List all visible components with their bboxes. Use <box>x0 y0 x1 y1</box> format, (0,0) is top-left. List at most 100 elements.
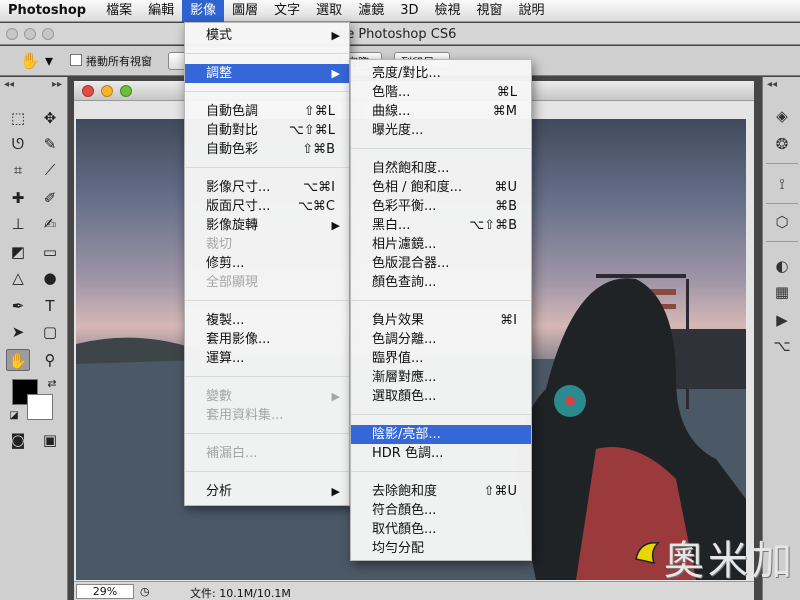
zoom-level-field[interactable]: 29% <box>76 584 134 599</box>
menu-image[interactable]: 影像 <box>182 0 225 22</box>
hand-tool-icon[interactable]: ✋ <box>6 349 30 371</box>
adjust-invert[interactable]: 負片效果 ⌘I <box>351 311 531 330</box>
menu-divider <box>185 300 349 301</box>
adjust-threshold[interactable]: 臨界值... <box>351 349 531 368</box>
image-menu-mode[interactable]: 模式 ▶ <box>185 26 349 45</box>
screen-mode-icon[interactable]: ▣ <box>38 429 62 451</box>
menu-layer[interactable]: 圖層 <box>224 0 266 22</box>
actions-panel-icon[interactable]: ▶ <box>770 309 794 331</box>
history-panel-icon[interactable]: ⌥ <box>770 335 794 357</box>
menu-select[interactable]: 選取 <box>308 0 350 22</box>
adjust-curves[interactable]: 曲線... ⌘M <box>351 102 531 121</box>
healing-brush-tool-icon[interactable]: ✚ <box>6 187 30 209</box>
menu-item-label: 取代顏色... <box>372 522 437 537</box>
clone-stamp-tool-icon[interactable]: ⊥ <box>6 213 30 235</box>
expand-arrows-icon[interactable]: ▸▸ <box>52 79 62 90</box>
adjust-match-color[interactable]: 符合顏色... <box>351 501 531 520</box>
adjust-photo-filter[interactable]: 相片濾鏡... <box>351 235 531 254</box>
path-select-tool-icon[interactable]: ➤ <box>6 321 30 343</box>
menu-item-label: 裁切 <box>206 237 233 252</box>
image-menu-image-rotation[interactable]: 影像旋轉 ▶ <box>185 216 349 235</box>
status-info-icon[interactable]: ◷ <box>140 585 150 598</box>
menu-view[interactable]: 檢視 <box>426 0 468 22</box>
default-colors-icon[interactable]: ◪ <box>2 405 26 427</box>
gradient-tool-icon[interactable]: ▭ <box>38 241 62 263</box>
adjust-equalize[interactable]: 均勻分配 <box>351 539 531 558</box>
pen-tool-icon[interactable]: ✒ <box>6 295 30 317</box>
type-tool-icon[interactable]: T <box>38 295 62 317</box>
quick-mask-icon[interactable]: ◙ <box>6 429 30 451</box>
swatches-panel-icon[interactable]: ▦ <box>770 281 794 303</box>
adjust-levels[interactable]: 色階... ⌘L <box>351 83 531 102</box>
image-menu-image-size[interactable]: 影像尺寸... ⌥⌘I <box>185 178 349 197</box>
layers-panel-icon[interactable]: ◈ <box>770 105 794 127</box>
image-menu-adjustments[interactable]: 調整 ▶ <box>185 64 349 83</box>
adjust-vibrance[interactable]: 自然飽和度... <box>351 159 531 178</box>
window-close-button[interactable] <box>6 28 18 40</box>
menu-edit[interactable]: 編輯 <box>140 0 182 22</box>
image-menu-canvas-size[interactable]: 版面尺寸... ⌥⌘C <box>185 197 349 216</box>
crop-tool-icon[interactable]: ⌗ <box>6 159 30 181</box>
menu-window[interactable]: 視窗 <box>469 0 511 22</box>
menu-filter[interactable]: 濾鏡 <box>350 0 392 22</box>
menu-item-label: 曝光度... <box>372 123 424 138</box>
move-tool-icon[interactable]: ✥ <box>38 107 62 129</box>
image-menu-analysis[interactable]: 分析 ▶ <box>185 482 349 501</box>
window-zoom-button[interactable] <box>42 28 54 40</box>
color-panel-icon[interactable]: ◐ <box>770 255 794 277</box>
document-minimize-button[interactable] <box>101 85 113 97</box>
menu-item-shortcut: ⌥⌘I <box>303 180 335 195</box>
3d-panel-icon[interactable]: ⬡ <box>770 211 794 233</box>
adjust-hue-saturation[interactable]: 色相 / 飽和度... ⌘U <box>351 178 531 197</box>
scroll-all-windows-checkbox[interactable] <box>70 54 82 66</box>
image-menu-apply-image[interactable]: 套用影像... <box>185 330 349 349</box>
lasso-tool-icon[interactable]: ᘎ <box>6 133 30 155</box>
menu-file[interactable]: 檔案 <box>98 0 140 22</box>
menu-divider <box>185 376 349 377</box>
adjust-channel-mixer[interactable]: 色版混合器... <box>351 254 531 273</box>
document-zoom-button[interactable] <box>120 85 132 97</box>
brush-tool-icon[interactable]: ✐ <box>38 187 62 209</box>
paths-panel-icon[interactable]: ⟟ <box>770 173 794 195</box>
zoom-tool-icon[interactable]: ⚲ <box>38 349 62 371</box>
eyedropper-tool-icon[interactable]: ⟋ <box>38 159 62 181</box>
adjust-brightness-contrast[interactable]: 亮度/對比... <box>351 64 531 83</box>
blur-tool-icon[interactable]: △ <box>6 267 30 289</box>
adjust-hdr-toning[interactable]: HDR 色調... <box>351 444 531 463</box>
channels-panel-icon[interactable]: ❂ <box>770 133 794 155</box>
document-close-button[interactable] <box>82 85 94 97</box>
menu-help[interactable]: 說明 <box>511 0 553 22</box>
swap-colors-icon[interactable]: ⇄ <box>40 373 64 395</box>
adjust-color-balance[interactable]: 色彩平衡... ⌘B <box>351 197 531 216</box>
adjust-selective-color[interactable]: 選取顏色... <box>351 387 531 406</box>
shape-tool-icon[interactable]: ▢ <box>38 321 62 343</box>
adjust-exposure[interactable]: 曝光度... <box>351 121 531 140</box>
adjust-gradient-map[interactable]: 漸層對應... <box>351 368 531 387</box>
background-color-swatch[interactable] <box>27 394 53 420</box>
app-menu[interactable]: Photoshop <box>0 3 98 18</box>
window-minimize-button[interactable] <box>24 28 36 40</box>
adjust-color-lookup[interactable]: 顏色查詢... <box>351 273 531 292</box>
marquee-tool-icon[interactable]: ⬚ <box>6 107 30 129</box>
adjust-black-white[interactable]: 黑白... ⌥⇧⌘B <box>351 216 531 235</box>
adjust-desaturate[interactable]: 去除飽和度 ⇧⌘U <box>351 482 531 501</box>
menu-3d[interactable]: 3D <box>392 0 426 22</box>
image-menu-calculations[interactable]: 運算... <box>185 349 349 368</box>
image-menu-auto-tone[interactable]: 自動色調 ⇧⌘L <box>185 102 349 121</box>
menu-type[interactable]: 文字 <box>266 0 308 22</box>
eraser-tool-icon[interactable]: ◩ <box>6 241 30 263</box>
adjust-shadows-highlights[interactable]: 陰影/亮部... <box>351 425 531 444</box>
dodge-tool-icon[interactable]: ● <box>38 267 62 289</box>
image-menu-trim[interactable]: 修剪... <box>185 254 349 273</box>
adjust-posterize[interactable]: 色調分離... <box>351 330 531 349</box>
collapse-arrows-icon[interactable]: ◂◂ <box>4 79 14 90</box>
adjust-replace-color[interactable]: 取代顏色... <box>351 520 531 539</box>
hand-tool-preset-icon[interactable]: ✋ ▾ <box>20 51 58 71</box>
app-titlebar: obe Photoshop CS6 <box>0 23 800 45</box>
collapse-arrows-icon[interactable]: ◂◂ <box>767 79 777 90</box>
quick-select-tool-icon[interactable]: ✎ <box>38 133 62 155</box>
history-brush-tool-icon[interactable]: ✍ <box>38 213 62 235</box>
image-menu-auto-contrast[interactable]: 自動對比 ⌥⇧⌘L <box>185 121 349 140</box>
image-menu-duplicate[interactable]: 複製... <box>185 311 349 330</box>
image-menu-auto-color[interactable]: 自動色彩 ⇧⌘B <box>185 140 349 159</box>
